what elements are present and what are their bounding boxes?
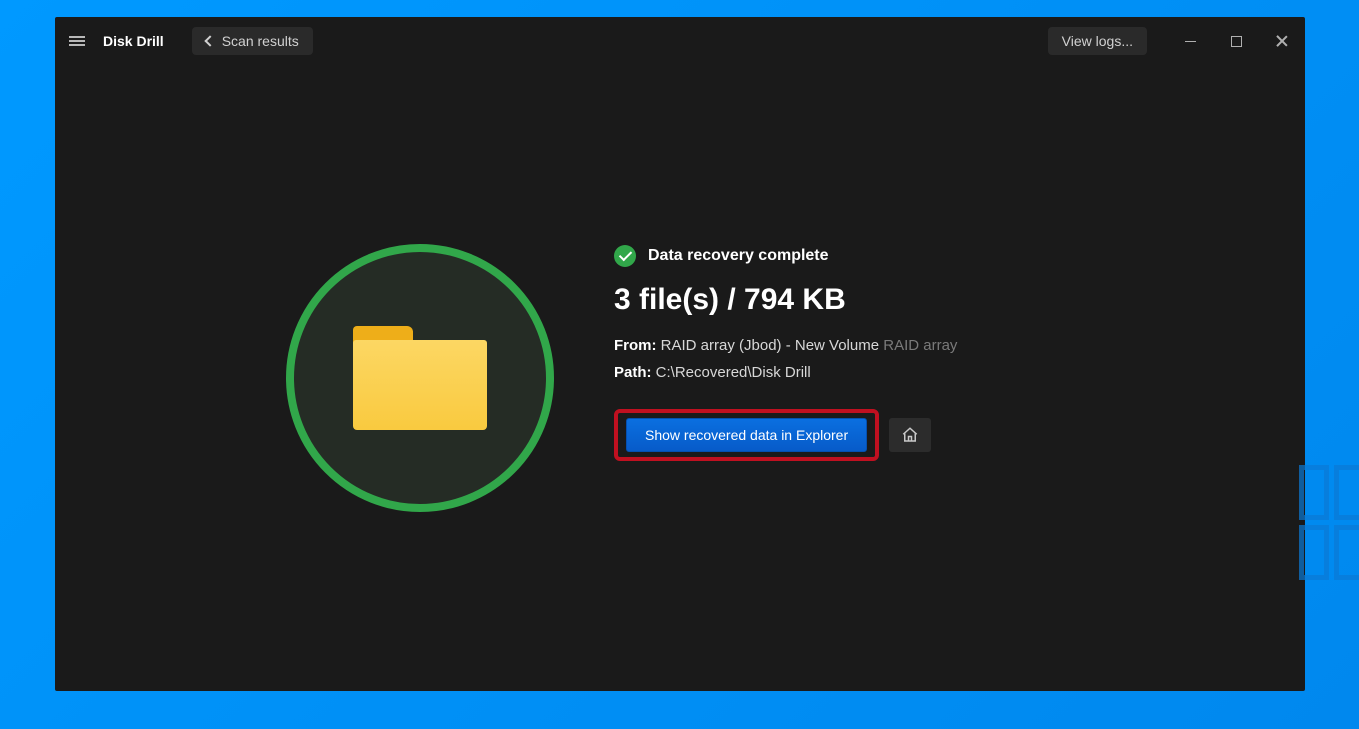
chevron-left-icon	[204, 35, 215, 46]
from-row: From: RAID array (Jbod) - New Volume RAI…	[614, 337, 1074, 354]
windows-logo-decoration	[1299, 465, 1359, 585]
check-circle-icon	[614, 245, 636, 267]
folder-icon	[353, 326, 487, 430]
from-label: From:	[614, 337, 657, 354]
status-title: Data recovery complete	[648, 247, 829, 265]
disk-drill-window: Disk Drill Scan results View logs... D	[55, 17, 1305, 691]
recovery-summary: 3 file(s) / 794 KB	[614, 283, 1074, 317]
highlight-annotation: Show recovered data in Explorer	[614, 409, 879, 461]
status-row: Data recovery complete	[614, 245, 1074, 267]
from-value: RAID array (Jbod) - New Volume	[661, 337, 879, 354]
path-label: Path:	[614, 364, 652, 381]
action-row: Show recovered data in Explorer	[614, 409, 1074, 461]
show-in-explorer-button[interactable]: Show recovered data in Explorer	[626, 418, 867, 452]
close-button[interactable]	[1259, 17, 1305, 65]
titlebar: Disk Drill Scan results View logs...	[55, 17, 1305, 65]
hamburger-menu-icon[interactable]	[67, 34, 87, 48]
info-panel: Data recovery complete 3 file(s) / 794 K…	[614, 229, 1074, 461]
window-controls	[1167, 17, 1305, 65]
path-row: Path: C:\Recovered\Disk Drill	[614, 364, 1074, 381]
home-button[interactable]	[889, 418, 931, 452]
app-title: Disk Drill	[103, 33, 164, 49]
content-area: Data recovery complete 3 file(s) / 794 K…	[55, 65, 1305, 691]
path-value: C:\Recovered\Disk Drill	[656, 364, 811, 381]
maximize-button[interactable]	[1213, 17, 1259, 65]
back-button[interactable]: Scan results	[192, 27, 313, 55]
from-extra: RAID array	[883, 337, 957, 354]
view-logs-button[interactable]: View logs...	[1048, 27, 1147, 55]
home-icon	[901, 426, 919, 444]
folder-graphic	[286, 244, 554, 512]
back-label: Scan results	[222, 33, 299, 49]
minimize-button[interactable]	[1167, 17, 1213, 65]
